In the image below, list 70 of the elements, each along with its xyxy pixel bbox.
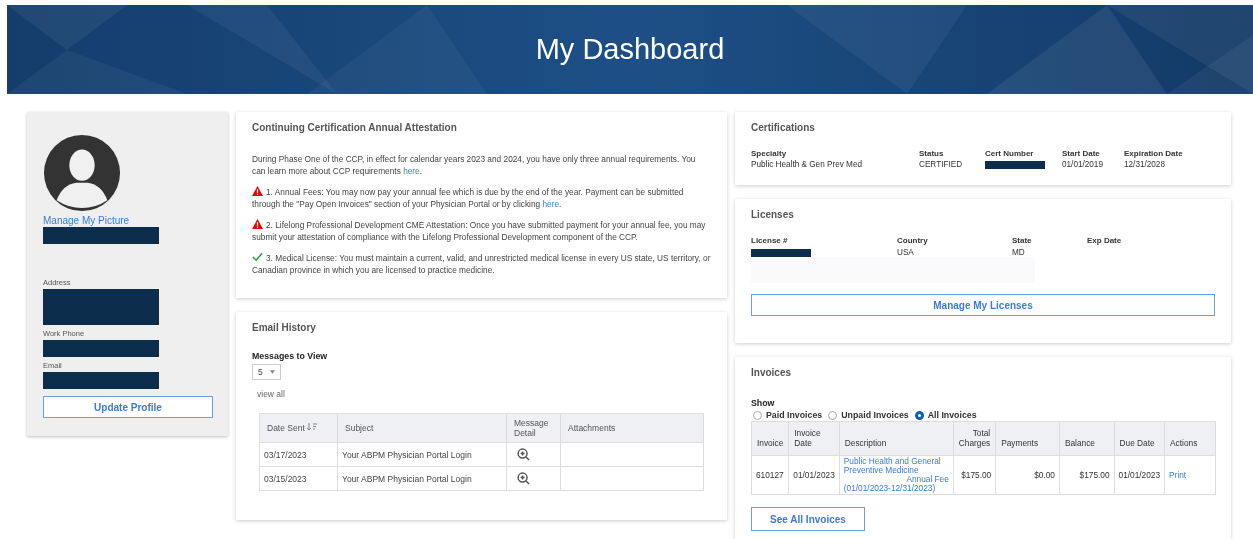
card-title: Invoices	[751, 367, 793, 378]
column-header: Exp Date	[1087, 236, 1123, 245]
description-link[interactable]: Public Health and General Preventive Medicine	[843, 457, 949, 475]
card-title: Continuing Certification Annual Attestation	[252, 122, 458, 133]
requirement-text: 1. Annual Fees: You may now pay your annual fee which is due by the end of the year. Payment can be submitted through the "Pay Open Invoices" section of your Physician Portal or by clicking here.	[252, 186, 685, 210]
table-cell: 610127	[751, 455, 789, 495]
card-title: Licenses	[751, 209, 795, 220]
manage-picture-link[interactable]: Manage My Picture	[43, 215, 130, 226]
table-cell: $175.00	[953, 455, 996, 495]
table-cell: Your ABPM Physician Portal Login	[337, 466, 507, 491]
update-profile-button[interactable]: Update Profile	[43, 396, 213, 418]
requirement-text: During Phase One of the CCP, in effect for calendar years 2023 and 2024, you have only three annual requirements. You can learn more about CCP requirements here.	[252, 153, 697, 177]
column-header: Description	[839, 421, 954, 456]
show-label: Show	[751, 398, 776, 408]
column-header: Balance	[1059, 421, 1115, 456]
messages-select[interactable]: 5	[252, 364, 281, 380]
column-header: Invoice Date	[788, 421, 840, 456]
manage-licenses-button[interactable]: Manage My Licenses	[751, 294, 1215, 316]
column-header: Payments	[995, 421, 1060, 456]
zoom-in-icon[interactable]	[517, 448, 530, 461]
table-cell: Your ABPM Physician Portal Login	[337, 442, 507, 467]
table-cell: $0.00	[995, 455, 1060, 495]
column-header: Due Date	[1114, 421, 1165, 456]
table-cell: 01/01/2023	[788, 455, 840, 495]
column-header: Expiration Date	[1124, 149, 1184, 158]
column-header: Status	[919, 149, 945, 158]
description-link[interactable]: (01/01/2023-12/31/2023)	[843, 484, 949, 493]
table-cell: USA	[897, 248, 914, 257]
check-icon	[252, 252, 263, 262]
table-cell: Public Health & Gen Prev Med	[751, 160, 863, 169]
column-header: Total Charges	[953, 421, 996, 456]
column-header: License #	[751, 236, 789, 245]
table-cell: 03/17/2023	[259, 442, 338, 467]
description-link[interactable]: Annual Fee	[843, 475, 949, 484]
column-header: State	[1012, 236, 1033, 245]
table-cell: 01/01/2019	[1062, 160, 1103, 169]
column-header: Start Date	[1062, 149, 1101, 158]
table-cell: CERTIFIED	[919, 160, 963, 169]
table-cell: 03/15/2023	[259, 466, 338, 491]
see-all-invoices-button[interactable]: See All Invoices	[751, 507, 865, 531]
column-header[interactable]: Date Sent	[259, 413, 338, 443]
page-title: My Dashboard	[535, 33, 725, 66]
table-cell: MD	[1012, 248, 1025, 257]
here-link[interactable]: here	[403, 166, 420, 176]
messages-label: Messages to View	[252, 351, 329, 361]
column-header: Country	[897, 236, 929, 245]
warning-icon	[252, 186, 263, 196]
print-link[interactable]: Print	[1169, 470, 1187, 480]
requirement-text: 3. Medical License: You must maintain a current, valid, and unrestricted medical license in every US state, US territory, or Canadian province in which you are licensed to practice medicine.	[252, 252, 711, 276]
table-cell: 01/01/2023	[1114, 455, 1165, 495]
column-header: Message Detail	[506, 413, 561, 443]
view-all-link[interactable]: view all	[257, 389, 285, 399]
caret-icon	[269, 370, 275, 374]
card-title: Certifications	[751, 122, 816, 133]
invoice-filter-radio[interactable]: Paid Invoices	[751, 410, 823, 420]
zoom-in-icon[interactable]	[517, 472, 530, 485]
column-header: Cert Number	[985, 149, 1035, 158]
table-cell: $175.00	[1059, 455, 1115, 495]
avatar-icon	[43, 134, 121, 212]
column-header: Attachments	[560, 413, 704, 443]
requirement-text: 2. Lifelong Professional Development CME Attestation: Once you have submitted payment for your annual fee, you may submit your attestation of compliance with the Lifelong Professional Development component of the CCP.	[252, 219, 707, 243]
column-header: Invoice	[751, 421, 789, 456]
column-header: Actions	[1164, 421, 1216, 456]
invoice-filter-radio[interactable]: Unpaid Invoices	[826, 410, 909, 420]
table-cell: 12/31/2028	[1124, 160, 1165, 169]
column-header: Specialty	[751, 149, 788, 158]
card-title: Email History	[252, 322, 317, 333]
column-header: Subject	[337, 413, 507, 443]
sort-icon[interactable]	[306, 423, 317, 431]
warning-icon	[252, 219, 263, 229]
